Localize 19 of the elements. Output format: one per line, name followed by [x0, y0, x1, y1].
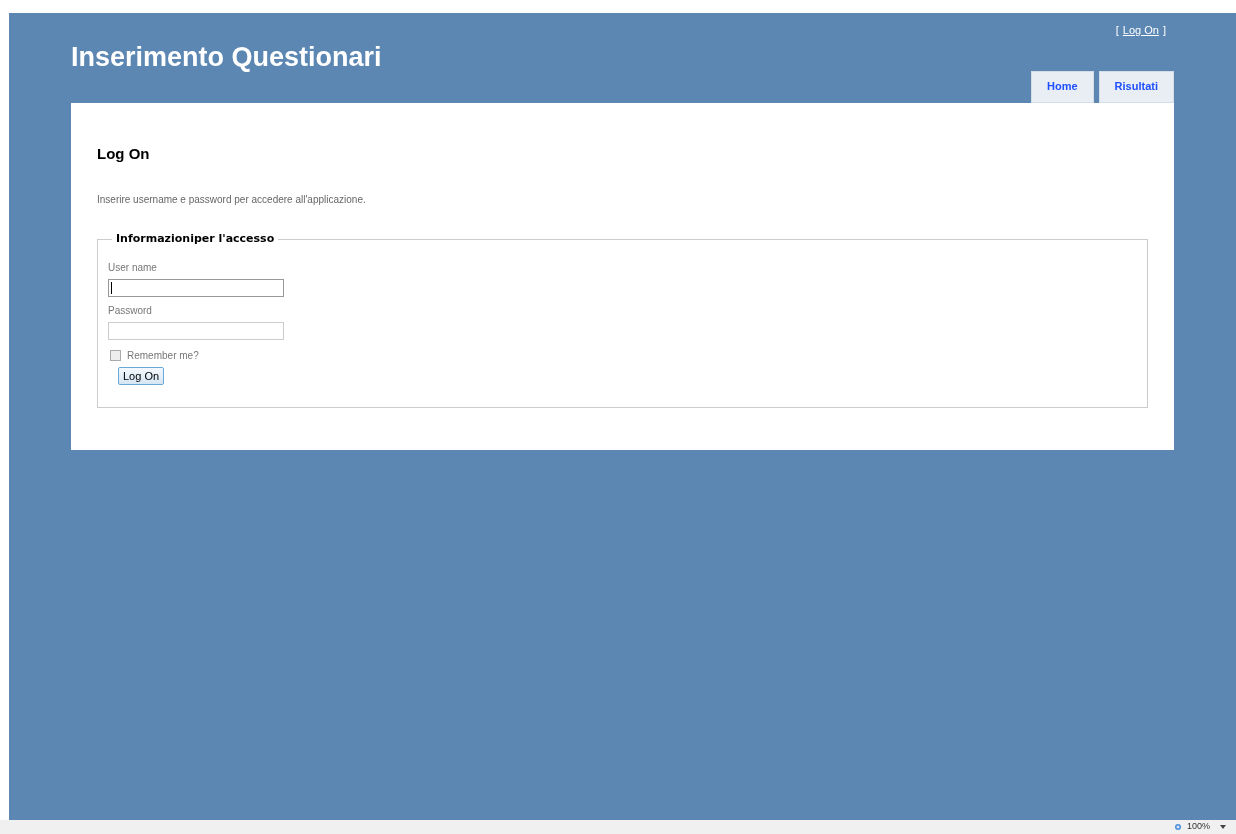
- zoom-level[interactable]: 100%: [1186, 820, 1210, 834]
- menu-tab[interactable]: Home: [1031, 70, 1094, 103]
- input-field[interactable]: [108, 278, 284, 297]
- log-on-button[interactable]: Log On: [118, 366, 165, 385]
- checkbox-label: Remember me?: [127, 348, 199, 363]
- field-label: Password: [108, 303, 153, 318]
- input-field[interactable]: [108, 321, 284, 340]
- caret-icon[interactable]: [1220, 825, 1226, 829]
- menu-tab[interactable]: Risultati: [1098, 70, 1174, 103]
- log-on-link[interactable]: Log On: [1122, 22, 1159, 39]
- bracket: [: [1115, 23, 1119, 38]
- intro-text: Inserire username e password per accedere all'applicazione.: [97, 193, 367, 207]
- fieldset-legend: Informazioniper l'accesso: [112, 231, 279, 248]
- bracket: ]: [1162, 23, 1166, 38]
- checkbox[interactable]: [110, 349, 121, 361]
- field-label: User name: [108, 260, 158, 275]
- page-heading: Log On: [97, 143, 151, 164]
- zoom-icon: [1173, 822, 1183, 832]
- site-title: Inserimento Questionari: [71, 41, 382, 74]
